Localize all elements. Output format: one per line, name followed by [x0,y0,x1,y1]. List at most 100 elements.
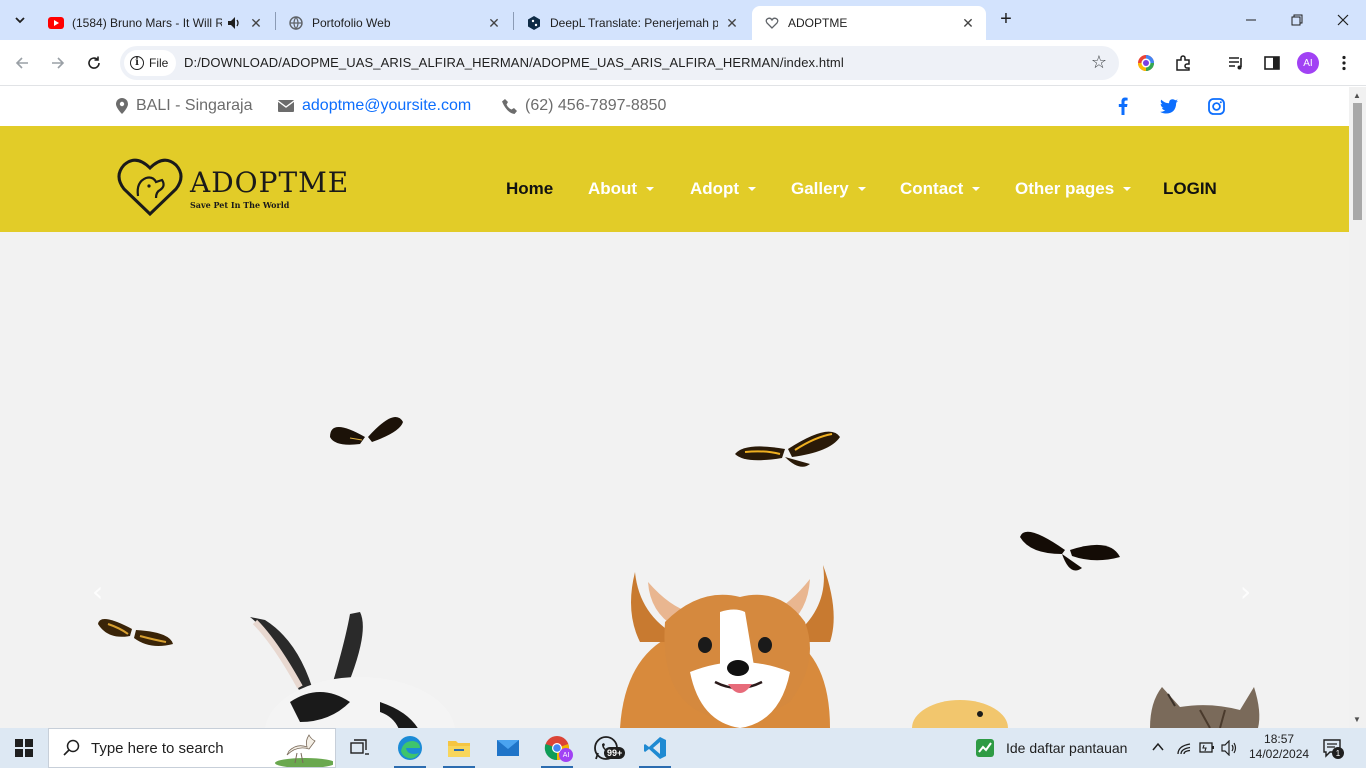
close-tab-icon[interactable]: ✕ [724,15,740,31]
search-icon [63,739,80,756]
edge-icon [398,736,422,760]
tab-portofolio[interactable]: Portofolio Web ✕ [276,6,512,40]
location-info: BALI - Singaraja [116,97,253,115]
twitter-icon[interactable] [1159,96,1179,116]
wifi-icon[interactable] [1176,740,1192,761]
address-bar[interactable]: i File D:/DOWNLOAD/ADOPME_UAS_ARIS_ALFIR… [120,46,1119,80]
caret-down-icon [857,187,866,191]
chevron-up-icon[interactable] [1151,740,1165,759]
windows-taskbar: Type here to search AI 99+ Ide daftar pa… [0,728,1366,768]
watchlist-widget-label[interactable]: Ide daftar pantauan [1006,740,1127,756]
site-logo[interactable]: ADOPTME Save Pet In The World [116,156,356,220]
tab-title: ADOPTME [788,16,848,30]
tab-adoptme[interactable]: ADOPTME ✕ [752,6,986,40]
search-highlight-bird-icon [275,734,333,767]
task-view-button[interactable] [336,728,384,768]
close-window-button[interactable] [1320,0,1366,40]
notification-count-badge: 1 [1332,747,1344,759]
nav-about-label: About [588,179,638,198]
taskbar-vscode[interactable] [631,728,679,768]
phone-icon [502,98,517,114]
nav-other-pages[interactable]: Other pages [1015,179,1132,199]
restore-icon [1291,14,1303,26]
extensions-puzzle-icon[interactable] [1172,52,1194,74]
nav-login[interactable]: LOGIN [1163,179,1217,199]
speaker-icon[interactable] [226,15,242,31]
taskbar-whatsapp[interactable]: 99+ [582,728,630,768]
start-button[interactable] [0,728,48,768]
bookmark-star-icon[interactable]: ☆ [1091,52,1107,73]
back-button[interactable] [9,50,35,76]
battery-plug-icon[interactable] [1198,740,1216,761]
taskbar-mail[interactable] [484,728,532,768]
butterfly-2 [735,431,840,467]
watchlist-widget-icon[interactable] [975,738,995,763]
email-info[interactable]: adoptme@yoursite.com [278,97,471,115]
corgi-dog [620,565,834,728]
menu-kebab-icon[interactable] [1333,52,1355,74]
close-tab-icon[interactable]: ✕ [248,15,264,31]
site-info-label: File [149,56,169,70]
nav-home[interactable]: Home [506,179,553,199]
chevron-down-icon [15,17,25,24]
colorful-extension-icon[interactable] [1135,52,1157,74]
search-placeholder: Type here to search [91,739,224,757]
system-clock[interactable]: 18:57 14/02/2024 [1249,732,1309,762]
nav-about[interactable]: About [588,179,655,199]
cat [1150,687,1260,728]
nav-gallery[interactable]: Gallery [791,179,866,199]
new-tab-button[interactable]: + [994,8,1018,32]
heart-dog-logo-icon [117,158,183,217]
scroll-up-arrow-icon[interactable]: ▲ [1353,91,1361,100]
minimize-button[interactable] [1228,0,1274,40]
butterfly-1 [330,417,403,445]
rabbit [250,612,455,728]
close-tab-icon[interactable]: ✕ [486,15,502,31]
facebook-icon[interactable] [1113,96,1133,116]
task-view-icon [350,739,369,755]
instagram-icon[interactable] [1206,96,1226,116]
taskbar-chrome[interactable]: AI [533,728,581,768]
adoptme-heart-icon [764,15,780,31]
restore-button[interactable] [1274,0,1320,40]
mail-icon [497,740,519,756]
minimize-icon [1246,19,1256,21]
caret-down-icon [748,187,757,191]
notifications-button[interactable]: 1 [1322,738,1344,763]
nav-home-label: Home [506,179,554,198]
volume-icon[interactable] [1221,739,1239,761]
scrollbar-thumb[interactable] [1353,103,1362,220]
nav-adopt[interactable]: Adopt [690,179,757,199]
close-tab-icon[interactable]: ✕ [960,15,976,31]
envelope-icon [278,100,294,112]
side-panel-icon[interactable] [1261,52,1283,74]
url-text[interactable]: D:/DOWNLOAD/ADOPME_UAS_ARIS_ALFIRA_HERMA… [184,55,844,70]
taskbar-edge[interactable] [386,728,434,768]
reload-icon [88,56,100,69]
logo-text: ADOPTME [190,166,350,199]
carousel-prev-icon[interactable]: ‹ [92,575,103,608]
page-scrollbar[interactable]: ▲ ▼ [1349,87,1366,728]
carousel-next-icon[interactable]: › [1240,575,1251,608]
profile-avatar[interactable]: AI [1297,52,1319,74]
info-icon: i [130,56,144,70]
nav-contact[interactable]: Contact [900,179,981,199]
forward-button[interactable] [45,50,71,76]
caret-down-icon [646,187,655,191]
nav-login-label: LOGIN [1163,179,1217,198]
reload-button[interactable] [81,50,107,76]
site-info-chip[interactable]: i File [124,50,177,76]
tab-deepl[interactable]: DeepL Translate: Penerjemah pa ✕ [514,6,750,40]
tab-youtube[interactable]: (1584) Bruno Mars - It Will Rain ✕ [36,6,274,40]
scroll-down-arrow-icon[interactable]: ▼ [1353,715,1361,724]
phone-info: (62) 456-7897-8850 [502,97,666,115]
nav-contact-label: Contact [900,179,964,198]
tab-search-button[interactable] [8,8,32,32]
taskbar-search-box[interactable]: Type here to search [48,728,336,768]
taskbar-file-explorer[interactable] [435,728,483,768]
arrow-right-icon [52,57,65,69]
media-control-icon[interactable] [1225,52,1247,74]
caret-down-icon [972,187,981,191]
clock-time: 18:57 [1264,732,1295,746]
email-link[interactable]: adoptme@yoursite.com [302,97,471,115]
